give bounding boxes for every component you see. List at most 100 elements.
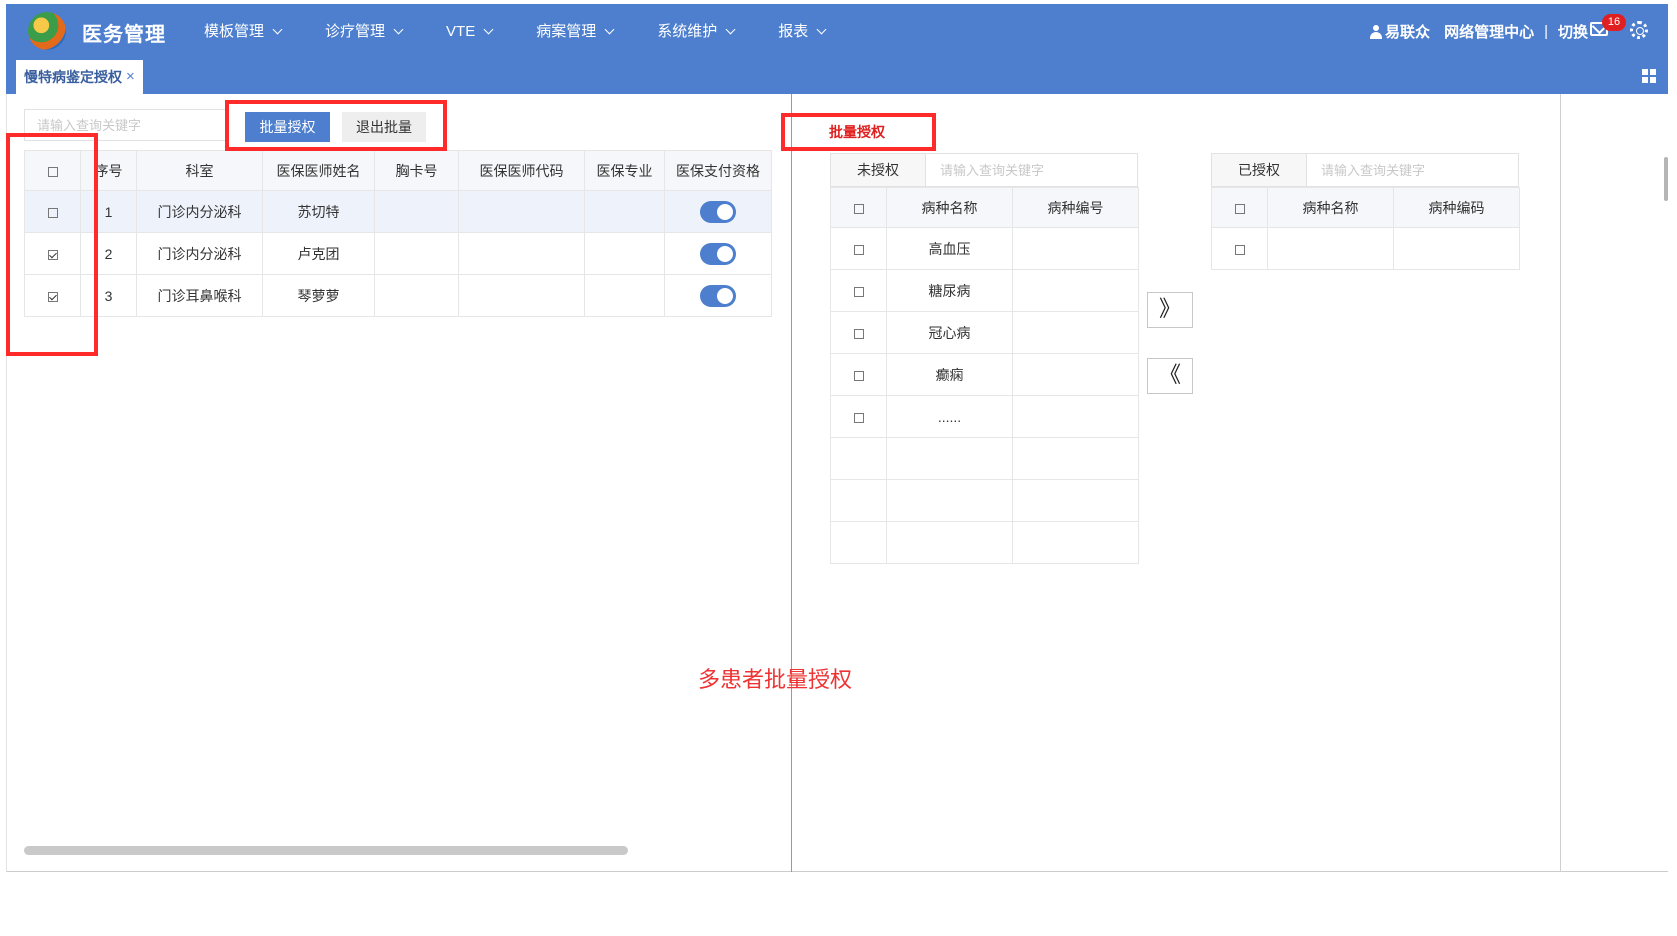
tab-label: 慢特病鉴定授权 <box>24 69 122 85</box>
cell-disease-code <box>1012 227 1139 270</box>
cell-major <box>584 232 665 275</box>
batch-auth-title: 批量授权 <box>829 124 885 140</box>
table-row[interactable] <box>1211 227 1520 270</box>
cell-no: 2 <box>80 232 137 275</box>
chevron-down-icon <box>272 24 283 35</box>
table-row[interactable]: 癫痫 <box>830 353 1139 396</box>
exit-batch-button[interactable]: 退出批量 <box>342 112 426 142</box>
cell-disease-code <box>1012 269 1139 312</box>
cell-disease-code <box>1012 311 1139 354</box>
cell-dept: 门诊内分泌科 <box>136 232 263 275</box>
empty-row <box>830 479 1139 522</box>
cell-disease-name: 冠心病 <box>886 311 1013 354</box>
nav-label: 报表 <box>778 23 809 40</box>
table-row[interactable]: ...... <box>830 395 1139 438</box>
row-checkbox[interactable] <box>47 249 58 260</box>
cell-doctor-name: 琴萝萝 <box>262 274 375 317</box>
row-checkbox[interactable] <box>853 286 864 297</box>
select-all-checkbox[interactable] <box>853 203 864 214</box>
batch-auth-button[interactable]: 批量授权 <box>245 112 330 142</box>
tab-strip: 慢特病鉴定授权 × <box>6 59 1668 94</box>
cell-disease-name: 糖尿病 <box>886 269 1013 312</box>
user-name[interactable]: 易联众 <box>1385 21 1430 42</box>
right-edge <box>1560 94 1561 872</box>
app-root: 医务管理 模板管理 诊疗管理 VTE 病案管理 系统维护 报表 易联众 网络管理… <box>0 0 1677 936</box>
select-all-cell[interactable] <box>24 150 81 191</box>
nav-label: 系统维护 <box>657 23 718 40</box>
move-right-button[interactable]: 》 <box>1147 292 1193 328</box>
cell-major <box>584 190 665 233</box>
column-header: 医保支付资格 <box>664 150 772 191</box>
annotation-caption: 多患者批量授权 <box>698 667 853 692</box>
row-checkbox[interactable] <box>853 328 864 339</box>
column-header: 病种名称 <box>1267 187 1394 228</box>
nav-system-maintenance[interactable]: 系统维护 <box>657 4 736 59</box>
payment-eligibility-toggle[interactable] <box>700 242 736 265</box>
column-header: 科室 <box>136 150 263 191</box>
select-all-checkbox[interactable] <box>1234 203 1245 214</box>
column-header: 医保医师代码 <box>458 150 585 191</box>
table-header-row: 序号 科室 医保医师姓名 胸卡号 医保医师代码 医保专业 医保支付资格 <box>24 150 772 191</box>
row-checkbox[interactable] <box>853 370 864 381</box>
unauthorized-header: 未授权 <box>830 153 1138 187</box>
authorized-label: 已授权 <box>1212 154 1307 186</box>
panel-divider <box>791 94 792 872</box>
horizontal-scrollbar[interactable] <box>24 846 628 855</box>
cell-doctor-code <box>458 232 585 275</box>
cell-no: 3 <box>80 274 137 317</box>
cell-doctor-code <box>458 274 585 317</box>
grid-menu-icon[interactable] <box>1642 69 1656 83</box>
authorized-search-input[interactable] <box>1307 154 1518 186</box>
nav-template-mgmt[interactable]: 模板管理 <box>204 4 283 59</box>
move-left-button[interactable]: 《 <box>1147 358 1193 394</box>
tab-chronic-disease-auth[interactable]: 慢特病鉴定授权 × <box>16 60 143 94</box>
payment-eligibility-toggle[interactable] <box>700 284 736 307</box>
authorized-header: 已授权 <box>1211 153 1519 187</box>
cell-disease-name: 高血压 <box>886 227 1013 270</box>
nav-vte[interactable]: VTE <box>446 4 494 59</box>
row-checkbox[interactable] <box>853 412 864 423</box>
select-all-checkbox[interactable] <box>47 166 58 177</box>
app-logo-icon <box>28 12 66 50</box>
cell-badge-no <box>374 274 459 317</box>
nav-medical-records[interactable]: 病案管理 <box>536 4 615 59</box>
table-row[interactable]: 3 门诊耳鼻喉科 琴萝萝 <box>24 274 772 317</box>
table-row[interactable]: 糖尿病 <box>830 269 1139 312</box>
chevron-down-icon <box>393 24 404 35</box>
chevron-down-icon <box>604 24 615 35</box>
unauthorized-disease-table: 病种名称 病种编号 高血压 糖尿病 冠心病 癫痫 ...... <box>830 187 1139 564</box>
cell-dept: 门诊内分泌科 <box>136 190 263 233</box>
gear-icon[interactable] <box>1630 21 1648 39</box>
nav-label: VTE <box>446 23 476 40</box>
table-row[interactable]: 高血压 <box>830 227 1139 270</box>
table-header-row: 病种名称 病种编码 <box>1211 187 1520 228</box>
table-row[interactable]: 冠心病 <box>830 311 1139 354</box>
nav-label: 模板管理 <box>204 23 265 40</box>
table-row[interactable]: 1 门诊内分泌科 苏切特 <box>24 190 772 233</box>
cell-doctor-name: 苏切特 <box>262 190 375 233</box>
cell-doctor-name: 卢克团 <box>262 232 375 275</box>
cell-no: 1 <box>80 190 137 233</box>
close-icon[interactable]: × <box>126 59 135 95</box>
user-icon <box>1370 24 1383 39</box>
row-checkbox[interactable] <box>47 207 58 218</box>
column-header: 医保专业 <box>584 150 665 191</box>
payment-eligibility-toggle[interactable] <box>700 200 736 223</box>
cell-badge-no <box>374 232 459 275</box>
row-checkbox[interactable] <box>853 244 864 255</box>
mail-count-badge: 16 <box>1602 14 1626 31</box>
switch-link[interactable]: 切换 <box>1558 21 1588 42</box>
row-checkbox[interactable] <box>1234 244 1245 255</box>
search-input[interactable] <box>24 109 228 141</box>
nav-treatment-mgmt[interactable]: 诊疗管理 <box>325 4 404 59</box>
nav-reports[interactable]: 报表 <box>778 4 827 59</box>
vertical-scrollbar[interactable] <box>1664 157 1668 201</box>
org-name: 网络管理中心 <box>1444 24 1535 41</box>
cell-disease-name: ...... <box>886 395 1013 438</box>
chevron-down-icon <box>816 24 827 35</box>
cell-badge-no <box>374 190 459 233</box>
unauthorized-search-input[interactable] <box>926 154 1137 186</box>
table-row[interactable]: 2 门诊内分泌科 卢克团 <box>24 232 772 275</box>
cell-dept: 门诊耳鼻喉科 <box>136 274 263 317</box>
row-checkbox[interactable] <box>47 291 58 302</box>
